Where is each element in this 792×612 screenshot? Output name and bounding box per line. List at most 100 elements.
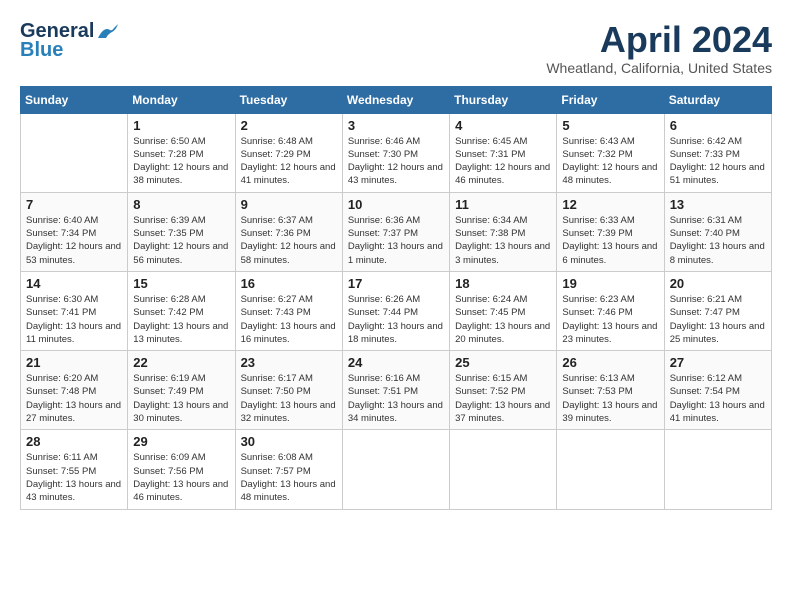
day-info: Sunrise: 6:20 AMSunset: 7:48 PMDaylight:… bbox=[26, 372, 122, 425]
calendar-cell: 26 Sunrise: 6:13 AMSunset: 7:53 PMDayligh… bbox=[557, 351, 664, 430]
calendar-cell: 8 Sunrise: 6:39 AMSunset: 7:35 PMDaylight… bbox=[128, 192, 235, 271]
day-number: 28 bbox=[26, 434, 122, 449]
day-info: Sunrise: 6:48 AMSunset: 7:29 PMDaylight:… bbox=[241, 135, 337, 188]
day-info: Sunrise: 6:21 AMSunset: 7:47 PMDaylight:… bbox=[670, 293, 766, 346]
day-number: 10 bbox=[348, 197, 444, 212]
day-info: Sunrise: 6:36 AMSunset: 7:37 PMDaylight:… bbox=[348, 214, 444, 267]
calendar-cell bbox=[21, 113, 128, 192]
calendar-cell: 17 Sunrise: 6:26 AMSunset: 7:44 PMDayligh… bbox=[342, 271, 449, 350]
day-info: Sunrise: 6:50 AMSunset: 7:28 PMDaylight:… bbox=[133, 135, 229, 188]
day-number: 3 bbox=[348, 118, 444, 133]
calendar-week-row: 28 Sunrise: 6:11 AMSunset: 7:55 PMDayligh… bbox=[21, 430, 772, 509]
day-info: Sunrise: 6:40 AMSunset: 7:34 PMDaylight:… bbox=[26, 214, 122, 267]
calendar-cell: 6Sunrise: 6:42 AMSunset: 7:33 PMDaylight… bbox=[664, 113, 771, 192]
calendar-cell: 29 Sunrise: 6:09 AMSunset: 7:56 PMDayligh… bbox=[128, 430, 235, 509]
day-info: Sunrise: 6:24 AMSunset: 7:45 PMDaylight:… bbox=[455, 293, 551, 346]
day-number: 21 bbox=[26, 355, 122, 370]
day-number: 12 bbox=[562, 197, 658, 212]
weekday-header: Saturday bbox=[664, 86, 771, 113]
calendar-header-row: SundayMondayTuesdayWednesdayThursdayFrid… bbox=[21, 86, 772, 113]
location: Wheatland, California, United States bbox=[546, 60, 772, 76]
day-info: Sunrise: 6:46 AMSunset: 7:30 PMDaylight:… bbox=[348, 135, 444, 188]
day-number: 18 bbox=[455, 276, 551, 291]
day-number: 4 bbox=[455, 118, 551, 133]
day-number: 9 bbox=[241, 197, 337, 212]
calendar-cell: 22 Sunrise: 6:19 AMSunset: 7:49 PMDayligh… bbox=[128, 351, 235, 430]
calendar-week-row: 21 Sunrise: 6:20 AMSunset: 7:48 PMDayligh… bbox=[21, 351, 772, 430]
day-info: Sunrise: 6:45 AMSunset: 7:31 PMDaylight:… bbox=[455, 135, 551, 188]
day-number: 17 bbox=[348, 276, 444, 291]
calendar-cell: 7 Sunrise: 6:40 AMSunset: 7:34 PMDaylight… bbox=[21, 192, 128, 271]
day-number: 23 bbox=[241, 355, 337, 370]
calendar-cell: 12 Sunrise: 6:33 AMSunset: 7:39 PMDayligh… bbox=[557, 192, 664, 271]
title-section: April 2024 Wheatland, California, United… bbox=[546, 20, 772, 76]
day-number: 15 bbox=[133, 276, 229, 291]
calendar-cell: 1 Sunrise: 6:50 AMSunset: 7:28 PMDaylight… bbox=[128, 113, 235, 192]
day-number: 19 bbox=[562, 276, 658, 291]
day-number: 5 bbox=[562, 118, 658, 133]
day-info: Sunrise: 6:31 AMSunset: 7:40 PMDaylight:… bbox=[670, 214, 766, 267]
calendar-cell: 9 Sunrise: 6:37 AMSunset: 7:36 PMDaylight… bbox=[235, 192, 342, 271]
day-info: Sunrise: 6:17 AMSunset: 7:50 PMDaylight:… bbox=[241, 372, 337, 425]
day-number: 16 bbox=[241, 276, 337, 291]
day-number: 27 bbox=[670, 355, 766, 370]
calendar-week-row: 7 Sunrise: 6:40 AMSunset: 7:34 PMDaylight… bbox=[21, 192, 772, 271]
weekday-header: Sunday bbox=[21, 86, 128, 113]
day-info: Sunrise: 6:26 AMSunset: 7:44 PMDaylight:… bbox=[348, 293, 444, 346]
day-info: Sunrise: 6:34 AMSunset: 7:38 PMDaylight:… bbox=[455, 214, 551, 267]
calendar-cell: 25Sunrise: 6:15 AMSunset: 7:52 PMDayligh… bbox=[450, 351, 557, 430]
day-number: 7 bbox=[26, 197, 122, 212]
day-info: Sunrise: 6:19 AMSunset: 7:49 PMDaylight:… bbox=[133, 372, 229, 425]
day-info: Sunrise: 6:43 AMSunset: 7:32 PMDaylight:… bbox=[562, 135, 658, 188]
calendar-week-row: 14 Sunrise: 6:30 AMSunset: 7:41 PMDayligh… bbox=[21, 271, 772, 350]
logo: General Blue bbox=[20, 20, 118, 62]
day-info: Sunrise: 6:08 AMSunset: 7:57 PMDaylight:… bbox=[241, 451, 337, 504]
calendar-cell: 13 Sunrise: 6:31 AMSunset: 7:40 PMDayligh… bbox=[664, 192, 771, 271]
calendar-cell: 14 Sunrise: 6:30 AMSunset: 7:41 PMDayligh… bbox=[21, 271, 128, 350]
day-number: 29 bbox=[133, 434, 229, 449]
calendar-cell: 10 Sunrise: 6:36 AMSunset: 7:37 PMDayligh… bbox=[342, 192, 449, 271]
day-info: Sunrise: 6:13 AMSunset: 7:53 PMDaylight:… bbox=[562, 372, 658, 425]
calendar-cell: 28 Sunrise: 6:11 AMSunset: 7:55 PMDayligh… bbox=[21, 430, 128, 509]
calendar-cell: 19Sunrise: 6:23 AMSunset: 7:46 PMDayligh… bbox=[557, 271, 664, 350]
weekday-header: Monday bbox=[128, 86, 235, 113]
day-info: Sunrise: 6:11 AMSunset: 7:55 PMDaylight:… bbox=[26, 451, 122, 504]
calendar-cell bbox=[664, 430, 771, 509]
calendar-cell: 2 Sunrise: 6:48 AMSunset: 7:29 PMDaylight… bbox=[235, 113, 342, 192]
day-number: 1 bbox=[133, 118, 229, 133]
weekday-header: Wednesday bbox=[342, 86, 449, 113]
day-number: 22 bbox=[133, 355, 229, 370]
day-info: Sunrise: 6:16 AMSunset: 7:51 PMDaylight:… bbox=[348, 372, 444, 425]
day-info: Sunrise: 6:28 AMSunset: 7:42 PMDaylight:… bbox=[133, 293, 229, 346]
day-number: 2 bbox=[241, 118, 337, 133]
calendar-cell: 3 Sunrise: 6:46 AMSunset: 7:30 PMDaylight… bbox=[342, 113, 449, 192]
day-number: 13 bbox=[670, 197, 766, 212]
day-number: 11 bbox=[455, 197, 551, 212]
day-number: 6 bbox=[670, 118, 766, 133]
calendar-cell: 20 Sunrise: 6:21 AMSunset: 7:47 PMDayligh… bbox=[664, 271, 771, 350]
day-info: Sunrise: 6:09 AMSunset: 7:56 PMDaylight:… bbox=[133, 451, 229, 504]
weekday-header: Tuesday bbox=[235, 86, 342, 113]
weekday-header: Friday bbox=[557, 86, 664, 113]
calendar-table: SundayMondayTuesdayWednesdayThursdayFrid… bbox=[20, 86, 772, 510]
calendar-cell: 27 Sunrise: 6:12 AMSunset: 7:54 PMDayligh… bbox=[664, 351, 771, 430]
page-header: General Blue April 2024 Wheatland, Calif… bbox=[20, 20, 772, 76]
day-number: 24 bbox=[348, 355, 444, 370]
day-number: 8 bbox=[133, 197, 229, 212]
calendar-cell bbox=[557, 430, 664, 509]
calendar-cell: 24 Sunrise: 6:16 AMSunset: 7:51 PMDayligh… bbox=[342, 351, 449, 430]
day-number: 25 bbox=[455, 355, 551, 370]
calendar-cell: 21 Sunrise: 6:20 AMSunset: 7:48 PMDayligh… bbox=[21, 351, 128, 430]
weekday-header: Thursday bbox=[450, 86, 557, 113]
day-number: 26 bbox=[562, 355, 658, 370]
day-number: 14 bbox=[26, 276, 122, 291]
day-info: Sunrise: 6:39 AMSunset: 7:35 PMDaylight:… bbox=[133, 214, 229, 267]
calendar-cell: 5 Sunrise: 6:43 AMSunset: 7:32 PMDaylight… bbox=[557, 113, 664, 192]
calendar-cell bbox=[342, 430, 449, 509]
day-info: Sunrise: 6:37 AMSunset: 7:36 PMDaylight:… bbox=[241, 214, 337, 267]
day-info: Sunrise: 6:12 AMSunset: 7:54 PMDaylight:… bbox=[670, 372, 766, 425]
day-number: 20 bbox=[670, 276, 766, 291]
day-info: Sunrise: 6:30 AMSunset: 7:41 PMDaylight:… bbox=[26, 293, 122, 346]
calendar-cell: 11 Sunrise: 6:34 AMSunset: 7:38 PMDayligh… bbox=[450, 192, 557, 271]
day-info: Sunrise: 6:33 AMSunset: 7:39 PMDaylight:… bbox=[562, 214, 658, 267]
